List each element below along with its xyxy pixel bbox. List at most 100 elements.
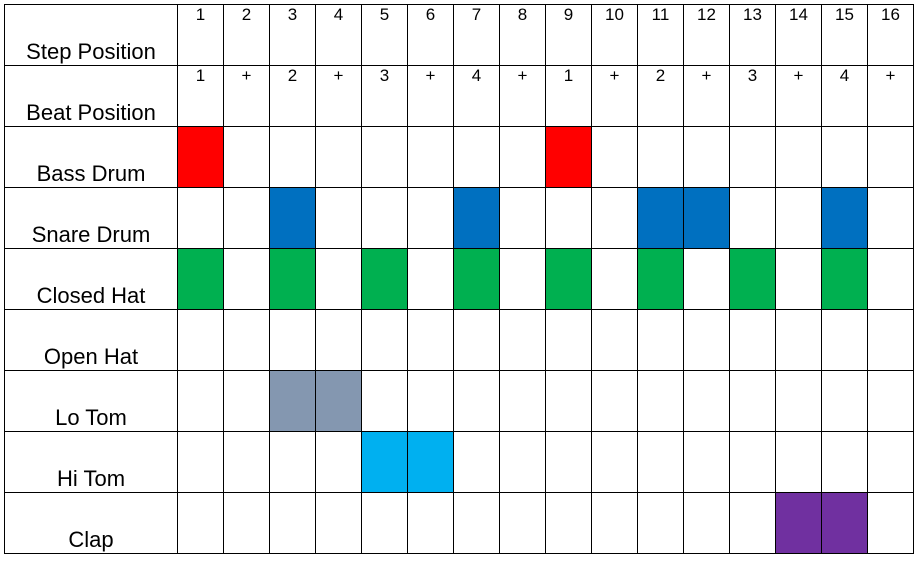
step-cell[interactable] xyxy=(499,370,546,432)
step-cell[interactable] xyxy=(821,309,868,371)
step-cell-active[interactable] xyxy=(361,248,408,310)
step-cell[interactable] xyxy=(867,126,914,188)
step-cell[interactable] xyxy=(453,492,500,554)
step-cell[interactable] xyxy=(637,370,684,432)
step-cell[interactable] xyxy=(361,187,408,249)
step-cell[interactable] xyxy=(315,248,362,310)
step-cell[interactable] xyxy=(775,370,822,432)
step-cell[interactable] xyxy=(315,126,362,188)
step-cell-active[interactable] xyxy=(683,187,730,249)
step-cell[interactable] xyxy=(361,126,408,188)
step-cell[interactable] xyxy=(637,431,684,493)
step-cell[interactable] xyxy=(545,309,592,371)
step-cell[interactable] xyxy=(729,370,776,432)
step-cell[interactable] xyxy=(545,370,592,432)
step-cell-active[interactable] xyxy=(545,248,592,310)
step-cell[interactable] xyxy=(591,126,638,188)
step-cell[interactable] xyxy=(729,492,776,554)
step-cell[interactable] xyxy=(177,187,224,249)
step-cell[interactable] xyxy=(177,370,224,432)
step-cell[interactable] xyxy=(821,431,868,493)
step-cell-active[interactable] xyxy=(269,370,316,432)
step-cell[interactable] xyxy=(407,492,454,554)
step-cell-active[interactable] xyxy=(775,492,822,554)
step-cell[interactable] xyxy=(499,431,546,493)
step-cell[interactable] xyxy=(683,248,730,310)
step-cell[interactable] xyxy=(499,309,546,371)
step-cell[interactable] xyxy=(407,187,454,249)
step-cell[interactable] xyxy=(545,431,592,493)
step-cell-active[interactable] xyxy=(729,248,776,310)
step-cell[interactable] xyxy=(499,248,546,310)
step-cell[interactable] xyxy=(453,370,500,432)
step-cell[interactable] xyxy=(499,492,546,554)
step-cell[interactable] xyxy=(223,309,270,371)
step-cell[interactable] xyxy=(269,492,316,554)
step-cell[interactable] xyxy=(637,309,684,371)
step-cell-active[interactable] xyxy=(361,431,408,493)
step-cell[interactable] xyxy=(867,370,914,432)
step-cell[interactable] xyxy=(499,187,546,249)
step-cell[interactable] xyxy=(269,431,316,493)
step-cell[interactable] xyxy=(177,309,224,371)
step-cell-active[interactable] xyxy=(177,126,224,188)
step-cell[interactable] xyxy=(821,126,868,188)
step-cell-active[interactable] xyxy=(637,187,684,249)
step-cell-active[interactable] xyxy=(821,492,868,554)
step-cell-active[interactable] xyxy=(407,431,454,493)
step-cell-active[interactable] xyxy=(821,248,868,310)
step-cell[interactable] xyxy=(269,126,316,188)
step-cell[interactable] xyxy=(453,309,500,371)
step-cell[interactable] xyxy=(407,248,454,310)
step-cell[interactable] xyxy=(591,370,638,432)
step-cell[interactable] xyxy=(223,248,270,310)
step-cell[interactable] xyxy=(729,126,776,188)
step-cell[interactable] xyxy=(223,492,270,554)
step-cell[interactable] xyxy=(407,370,454,432)
step-cell[interactable] xyxy=(775,248,822,310)
step-cell[interactable] xyxy=(775,187,822,249)
step-cell[interactable] xyxy=(361,309,408,371)
step-cell[interactable] xyxy=(683,370,730,432)
step-cell[interactable] xyxy=(775,126,822,188)
step-cell[interactable] xyxy=(637,492,684,554)
step-cell[interactable] xyxy=(591,309,638,371)
step-cell[interactable] xyxy=(223,187,270,249)
step-cell[interactable] xyxy=(223,431,270,493)
step-cell[interactable] xyxy=(683,309,730,371)
step-cell[interactable] xyxy=(775,309,822,371)
step-cell[interactable] xyxy=(775,431,822,493)
step-cell[interactable] xyxy=(729,309,776,371)
step-cell[interactable] xyxy=(453,126,500,188)
step-cell[interactable] xyxy=(269,309,316,371)
step-cell[interactable] xyxy=(867,492,914,554)
step-cell-active[interactable] xyxy=(315,370,362,432)
step-cell-active[interactable] xyxy=(821,187,868,249)
step-cell[interactable] xyxy=(637,126,684,188)
step-cell[interactable] xyxy=(683,431,730,493)
step-cell[interactable] xyxy=(407,309,454,371)
step-cell[interactable] xyxy=(821,370,868,432)
step-cell[interactable] xyxy=(407,126,454,188)
step-cell[interactable] xyxy=(499,126,546,188)
step-cell[interactable] xyxy=(867,248,914,310)
step-cell-active[interactable] xyxy=(453,248,500,310)
step-cell[interactable] xyxy=(361,370,408,432)
step-cell[interactable] xyxy=(453,431,500,493)
step-cell[interactable] xyxy=(867,309,914,371)
step-cell-active[interactable] xyxy=(637,248,684,310)
step-cell-active[interactable] xyxy=(269,248,316,310)
step-cell[interactable] xyxy=(177,431,224,493)
step-cell[interactable] xyxy=(177,492,224,554)
step-cell[interactable] xyxy=(591,431,638,493)
step-cell[interactable] xyxy=(223,126,270,188)
step-cell[interactable] xyxy=(591,492,638,554)
step-cell[interactable] xyxy=(315,309,362,371)
step-cell[interactable] xyxy=(729,187,776,249)
step-cell[interactable] xyxy=(683,126,730,188)
step-cell[interactable] xyxy=(315,187,362,249)
step-cell[interactable] xyxy=(223,370,270,432)
step-cell[interactable] xyxy=(867,431,914,493)
step-cell[interactable] xyxy=(729,431,776,493)
step-cell[interactable] xyxy=(315,492,362,554)
